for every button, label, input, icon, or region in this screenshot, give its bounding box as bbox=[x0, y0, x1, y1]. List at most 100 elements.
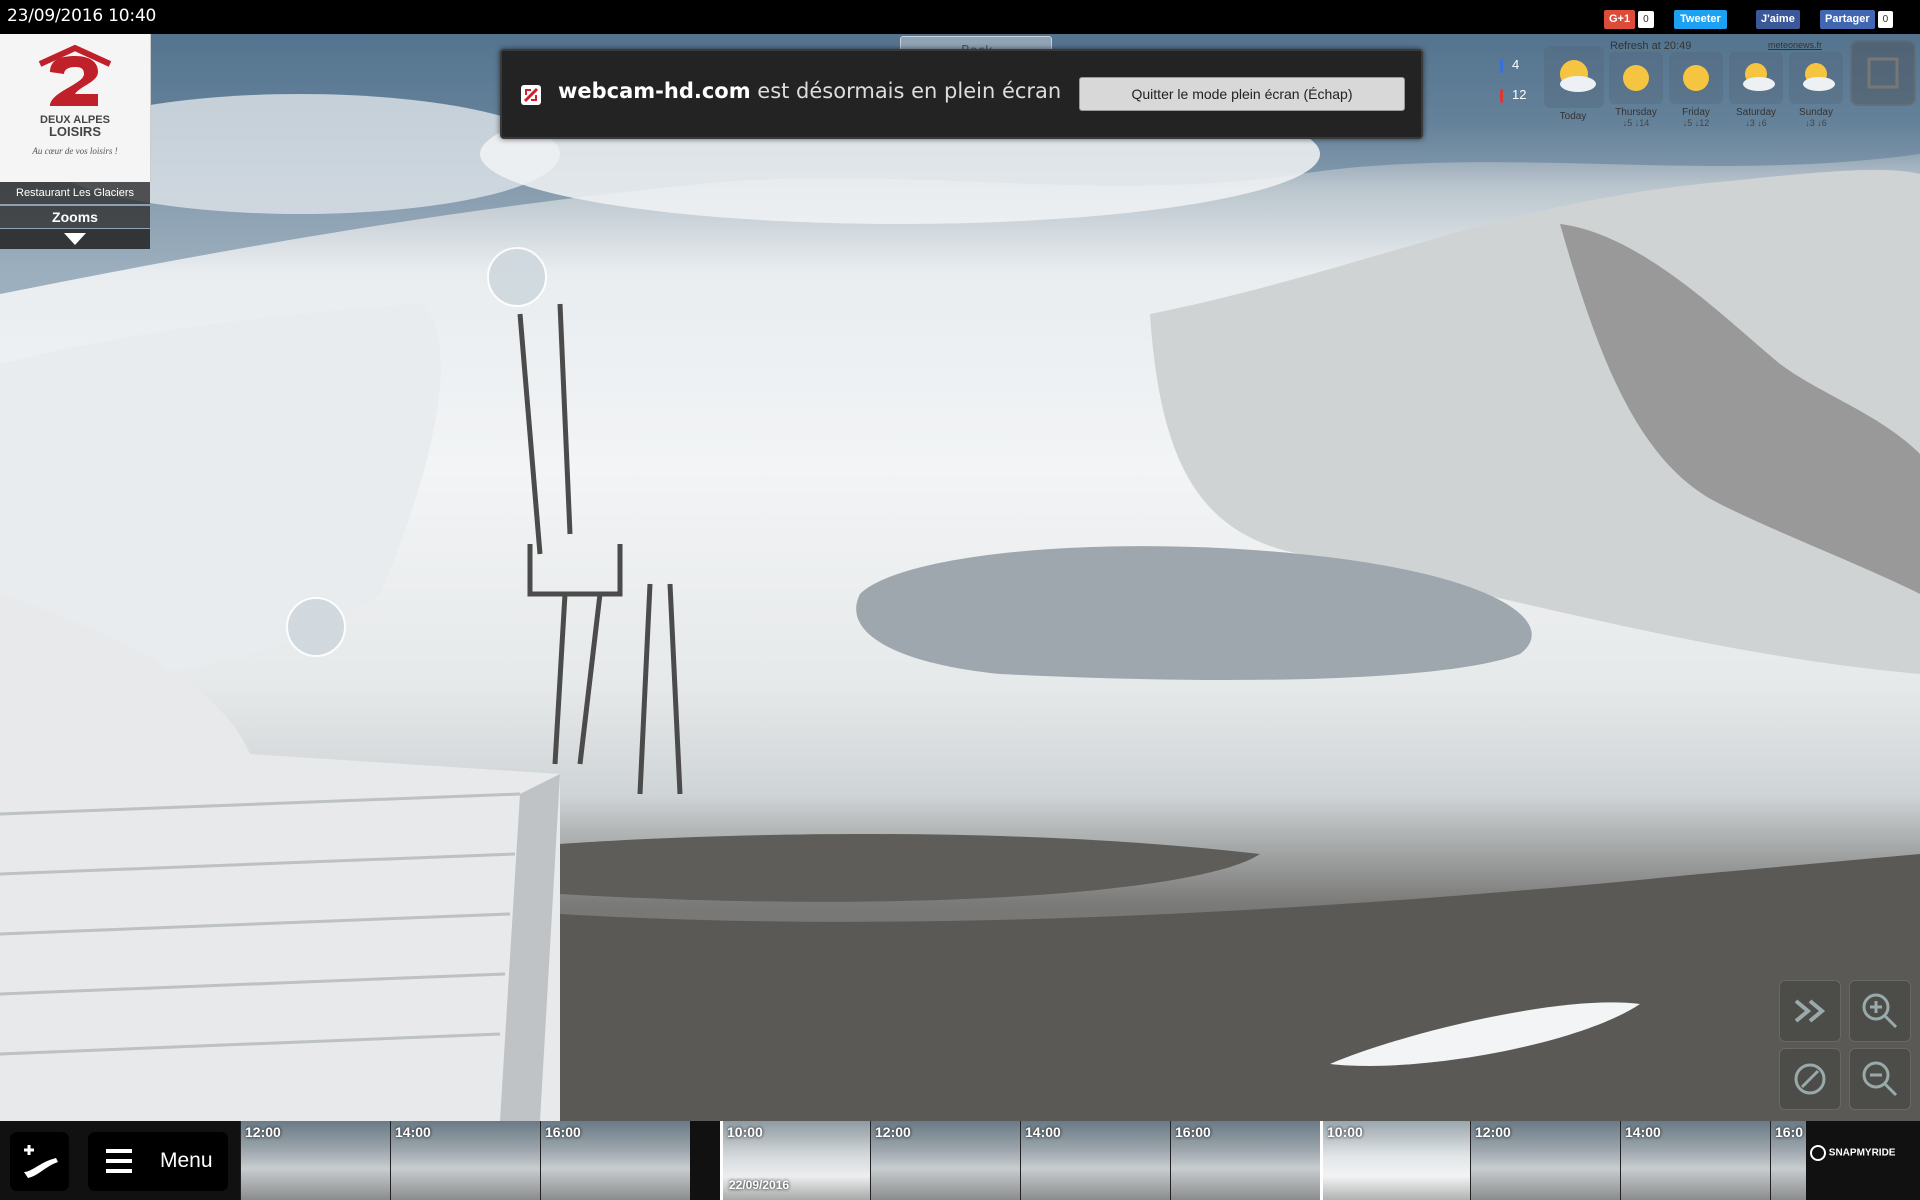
timeline-thumb[interactable]: 14:00 bbox=[1620, 1121, 1770, 1200]
weather-source-link[interactable]: meteonews.fr bbox=[1768, 40, 1822, 50]
timeline-thumb[interactable]: 10:00 22/09/2016 bbox=[720, 1121, 870, 1200]
forecast-max: 6 bbox=[1761, 118, 1767, 128]
thermometer-cold-icon bbox=[1500, 58, 1503, 73]
logo-tagline: Au cœur de vos loisirs ! bbox=[32, 146, 118, 156]
zoom-in-icon bbox=[1862, 993, 1898, 1029]
temp-max-row: 12 bbox=[1500, 80, 1526, 110]
forecast-sunday[interactable]: Sunday ↓3 ↓6 bbox=[1787, 52, 1845, 128]
forecast-min-max: ↓3 ↓6 bbox=[1745, 118, 1767, 128]
thumb-time: 12:00 bbox=[1475, 1124, 1511, 1140]
forecast-min-max: ↓5 ↓12 bbox=[1682, 118, 1710, 128]
thumb-time: 12:00 bbox=[245, 1124, 281, 1140]
timeline-thumb[interactable]: 14:00 bbox=[1020, 1121, 1170, 1200]
sun-icon bbox=[1609, 52, 1663, 104]
sun-cloud-icon bbox=[1729, 52, 1783, 104]
weather-widget: 4 12 Refresh at 20:49 meteonews.fr Today… bbox=[1494, 36, 1920, 136]
compass-icon bbox=[1794, 1063, 1826, 1095]
temp-min: 4 bbox=[1512, 57, 1520, 72]
add-favorite-button[interactable] bbox=[10, 1132, 69, 1191]
panorama-control-button[interactable] bbox=[1779, 1048, 1841, 1110]
forecast-max: 12 bbox=[1699, 118, 1710, 128]
temp-max: 12 bbox=[1512, 87, 1527, 102]
zooms-toggle[interactable]: Zooms bbox=[0, 206, 150, 228]
timeline-thumb[interactable]: 14:00 bbox=[390, 1121, 540, 1200]
thumb-time: 14:00 bbox=[395, 1124, 431, 1140]
exit-fullscreen-button[interactable]: Quitter le mode plein écran (Échap) bbox=[1079, 77, 1405, 111]
timeline-thumb[interactable]: 12:00 bbox=[240, 1121, 390, 1200]
triangle-down-icon bbox=[64, 233, 86, 245]
facebook-like-button[interactable]: J'aime bbox=[1756, 10, 1800, 29]
zoom-out-icon bbox=[1862, 1061, 1898, 1097]
timeline-thumb[interactable]: 16:00 bbox=[1170, 1121, 1320, 1200]
sun-cloud-icon bbox=[1789, 52, 1843, 104]
location-name[interactable]: Restaurant Les Glaciers bbox=[0, 182, 150, 204]
forecast-label: Thursday bbox=[1615, 107, 1657, 118]
forecast-min: 3 bbox=[1749, 118, 1755, 128]
like-label: J'aime bbox=[1756, 10, 1800, 29]
fullscreen-notice: webcam-hd.com est désormais en plein écr… bbox=[500, 49, 1423, 139]
thumb-date: 22/09/2016 bbox=[729, 1178, 790, 1192]
timeline-bar: Menu 12:00 14:00 16:00 10:00 22/09/2016 … bbox=[0, 1121, 1920, 1200]
thumb-time: 16:00 bbox=[1175, 1124, 1211, 1140]
capture-datetime: 23/09/2016 10:40 bbox=[7, 6, 157, 26]
tweet-button[interactable]: Tweeter bbox=[1674, 10, 1727, 29]
gplus-label: G+1 bbox=[1604, 10, 1636, 29]
sun-cloud-icon bbox=[1544, 46, 1604, 108]
timeline-thumb[interactable]: 16:00 bbox=[540, 1121, 690, 1200]
zoom-out-button[interactable] bbox=[1849, 1048, 1911, 1110]
thumb-time: 16:00 bbox=[545, 1124, 581, 1140]
fullscreen-icon bbox=[1867, 57, 1899, 89]
forecast-today[interactable]: Today bbox=[1544, 46, 1604, 122]
webcam-panorama[interactable] bbox=[0, 34, 1920, 1121]
forecast-label: Friday bbox=[1682, 107, 1710, 118]
forecast-min: 5 bbox=[1687, 118, 1693, 128]
helmet-icon bbox=[1810, 1145, 1826, 1161]
fast-forward-button[interactable] bbox=[1779, 980, 1841, 1042]
share-count: 0 bbox=[1877, 11, 1894, 28]
forecast-friday[interactable]: Friday ↓5 ↓12 bbox=[1667, 52, 1725, 128]
menu-button[interactable]: Menu bbox=[88, 1132, 228, 1191]
forecast-label: Today bbox=[1559, 111, 1587, 122]
thumb-time: 10:00 bbox=[727, 1124, 763, 1140]
timeline-thumb[interactable]: 12:00 bbox=[870, 1121, 1020, 1200]
forecast-min: 5 bbox=[1627, 118, 1633, 128]
panorama-drawing bbox=[0, 34, 1920, 1121]
share-label: Partager bbox=[1820, 10, 1875, 29]
thumb-time: 12:00 bbox=[875, 1124, 911, 1140]
brand-name: SNAPMYRIDE bbox=[1828, 1147, 1896, 1159]
gplus-count: 0 bbox=[1638, 11, 1654, 28]
temp-min-row: 4 bbox=[1500, 50, 1526, 80]
timeline-thumb[interactable]: 16:0 bbox=[1770, 1121, 1806, 1200]
thumb-time: 10:00 bbox=[1327, 1124, 1363, 1140]
left-panel: DEUX ALPES LOISIRS Au cœur de vos loisir… bbox=[0, 34, 151, 256]
thumb-time: 14:00 bbox=[1625, 1124, 1661, 1140]
logo-line2: LOISIRS bbox=[48, 124, 101, 139]
deux-alpes-logo[interactable]: DEUX ALPES LOISIRS Au cœur de vos loisir… bbox=[0, 34, 151, 182]
current-temperatures: 4 12 bbox=[1500, 50, 1526, 110]
fullscreen-toggle-button[interactable] bbox=[1850, 40, 1916, 106]
menu-label: Menu bbox=[160, 1149, 213, 1172]
weather-refresh-time: Refresh at 20:49 bbox=[1610, 40, 1692, 52]
sun-icon bbox=[1669, 52, 1723, 104]
site-name: webcam-hd.com bbox=[558, 79, 751, 103]
gplus-button[interactable]: G+1 0 bbox=[1604, 10, 1654, 29]
hamburger-icon bbox=[106, 1149, 132, 1173]
forecast-min: 3 bbox=[1809, 118, 1815, 128]
zoom-in-button[interactable] bbox=[1849, 980, 1911, 1042]
timeline-thumbnails[interactable]: 12:00 14:00 16:00 10:00 22/09/2016 12:00… bbox=[240, 1121, 1806, 1200]
top-bar: 23/09/2016 10:40 G+1 0 Tweeter J'aime Pa… bbox=[0, 0, 1920, 34]
forecast-saturday[interactable]: Saturday ↓3 ↓6 bbox=[1727, 52, 1785, 128]
snapmyride-logo[interactable]: SNAPMYRIDE bbox=[1810, 1145, 1916, 1181]
zooms-expand-button[interactable] bbox=[0, 229, 150, 249]
timeline-thumb[interactable]: 12:00 bbox=[1470, 1121, 1620, 1200]
forecast-label: Saturday bbox=[1735, 107, 1777, 118]
forecast-thursday[interactable]: Thursday ↓5 ↓14 bbox=[1607, 52, 1665, 128]
tweet-label: Tweeter bbox=[1674, 10, 1727, 29]
timeline-thumb[interactable]: 10:00 bbox=[1320, 1121, 1470, 1200]
fullscreen-message-text: est désormais en plein écran bbox=[750, 79, 1062, 103]
forecast-min-max: ↓3 ↓6 bbox=[1805, 118, 1827, 128]
facebook-share-button[interactable]: Partager 0 bbox=[1820, 10, 1894, 29]
thermometer-hot-icon bbox=[1500, 88, 1503, 103]
plane-plus-icon bbox=[24, 1145, 58, 1178]
forecast-max: 6 bbox=[1821, 118, 1827, 128]
